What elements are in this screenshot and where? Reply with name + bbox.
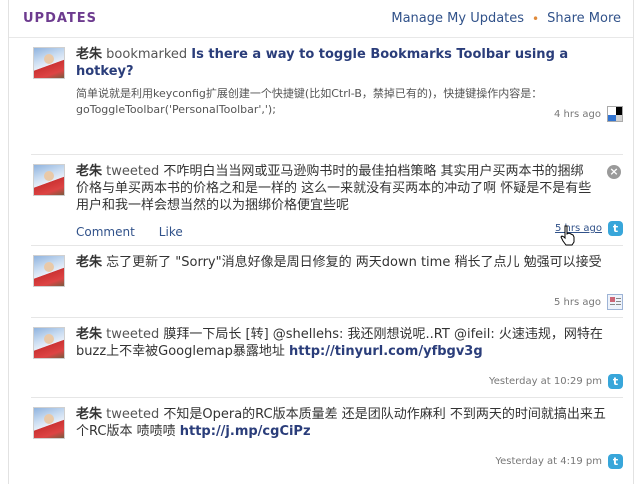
- timestamp[interactable]: 4 hrs ago: [554, 109, 601, 120]
- action-verb: tweeted: [106, 164, 160, 179]
- user-name[interactable]: 老朱: [76, 164, 102, 179]
- user-name[interactable]: 老朱: [76, 407, 102, 422]
- avatar[interactable]: [33, 407, 65, 439]
- share-more-link[interactable]: Share More: [547, 11, 621, 26]
- update-item: 老朱 tweeted 不知是Opera的RC版本质量差 还是团队动作麻利 不到两…: [31, 398, 623, 478]
- tweet-url[interactable]: http://tinyurl.com/yfbgv3g: [289, 344, 483, 359]
- item-meta: 5 hrs ago: [554, 294, 623, 310]
- user-name[interactable]: 老朱: [76, 47, 102, 62]
- action-verb: tweeted: [106, 327, 160, 342]
- item-meta: Yesterday at 10:29 pm t: [489, 374, 623, 389]
- update-item: 老朱 bookmarked Is there a way to toggle B…: [31, 38, 623, 155]
- timestamp[interactable]: Yesterday at 10:29 pm: [489, 376, 602, 387]
- tweet-url[interactable]: http://j.mp/cgCiPz: [180, 424, 311, 439]
- item-meta: Yesterday at 4:19 pm t: [495, 454, 623, 469]
- update-item: 老朱 忘了更新了 "Sorry"消息好像是周日修复的 两天down time 稍…: [31, 246, 623, 318]
- avatar[interactable]: [33, 164, 65, 196]
- updates-panel: UPDATES Manage My Updates • Share More 老…: [8, 0, 634, 484]
- timestamp[interactable]: 5 hrs ago: [554, 297, 601, 308]
- item-meta: 4 hrs ago: [554, 106, 623, 122]
- user-name[interactable]: 老朱: [76, 255, 102, 270]
- update-body: 老朱 bookmarked Is there a way to toggle B…: [76, 46, 615, 118]
- header-links: Manage My Updates • Share More: [391, 11, 621, 26]
- item-actions: Comment Like: [76, 225, 183, 239]
- user-name[interactable]: 老朱: [76, 327, 102, 342]
- twitter-icon: t: [608, 374, 623, 389]
- update-body: 老朱 tweeted 膜拜一下局长 [转] @shellehs: 我还刚想说呢.…: [76, 326, 615, 360]
- close-icon[interactable]: ×: [607, 165, 621, 179]
- delicious-icon: [607, 106, 623, 122]
- action-verb: tweeted: [106, 407, 160, 422]
- update-item: 老朱 tweeted 不咋明白当当网或亚马逊购书时的最佳拍档策略 其实用户买两本…: [31, 155, 623, 246]
- status-icon: [607, 294, 623, 310]
- updates-header: UPDATES Manage My Updates • Share More: [9, 0, 633, 38]
- update-body: 老朱 忘了更新了 "Sorry"消息好像是周日修复的 两天down time 稍…: [76, 254, 615, 271]
- bookmark-excerpt: 简单说就是利用keyconfig扩展创建一个快捷键(比如Ctrl-B，禁掉已有的…: [76, 87, 543, 116]
- update-body: 老朱 tweeted 不知是Opera的RC版本质量差 还是团队动作麻利 不到两…: [76, 406, 615, 440]
- action-verb: bookmarked: [106, 47, 188, 62]
- status-text: 忘了更新了 "Sorry"消息好像是周日修复的 两天down time 稍长了点…: [106, 255, 602, 270]
- updates-title: UPDATES: [23, 11, 98, 26]
- update-body: 老朱 tweeted 不咋明白当当网或亚马逊购书时的最佳拍档策略 其实用户买两本…: [76, 163, 595, 214]
- avatar[interactable]: [33, 255, 65, 287]
- hand-cursor-icon: [560, 225, 575, 246]
- update-item: 老朱 tweeted 膜拜一下局长 [转] @shellehs: 我还刚想说呢.…: [31, 318, 623, 398]
- twitter-icon: t: [608, 221, 623, 236]
- avatar[interactable]: [33, 327, 65, 359]
- like-button[interactable]: Like: [159, 225, 183, 239]
- manage-updates-link[interactable]: Manage My Updates: [391, 11, 524, 26]
- avatar[interactable]: [33, 47, 65, 79]
- twitter-icon: t: [608, 454, 623, 469]
- timestamp[interactable]: Yesterday at 4:19 pm: [495, 456, 602, 467]
- comment-button[interactable]: Comment: [76, 225, 135, 239]
- link-separator: •: [532, 11, 540, 26]
